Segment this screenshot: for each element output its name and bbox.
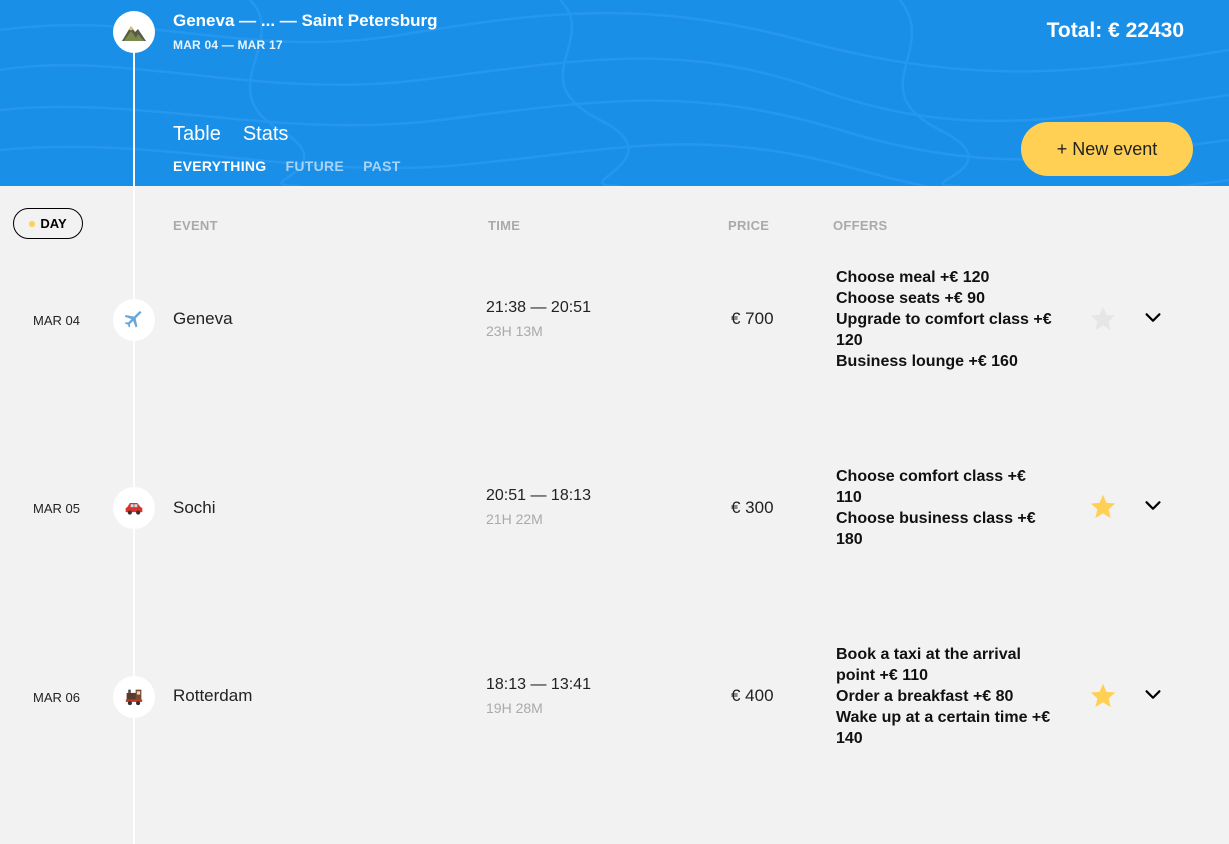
timeline-line bbox=[133, 30, 135, 844]
offer-item: Book a taxi at the arrival point +€ 110 bbox=[836, 646, 1021, 684]
active-sort-dot bbox=[29, 220, 36, 227]
event-filters: EVERYTHING FUTURE PAST bbox=[173, 158, 401, 174]
event-duration: 23H 13M bbox=[486, 323, 543, 339]
offer-item: Choose business class +€ 180 bbox=[836, 510, 1036, 548]
offer-item: Choose seats +€ 90 bbox=[836, 290, 985, 307]
event-destination: Sochi bbox=[173, 498, 216, 517]
event-offers: Book a taxi at the arrival point +€ 110 … bbox=[836, 644, 1056, 749]
trip-title: Geneva — ... — Saint Petersburg bbox=[173, 11, 438, 30]
filter-past[interactable]: PAST bbox=[363, 158, 401, 174]
event-duration: 19H 28M bbox=[486, 700, 543, 716]
event-offers: Choose comfort class +€ 110 Choose busin… bbox=[836, 466, 1056, 550]
sort-event-button[interactable]: EVENT bbox=[173, 218, 218, 233]
event-type-badge bbox=[113, 487, 155, 529]
trip-dates: MAR 04 — MAR 17 bbox=[173, 38, 283, 52]
offer-item: Business lounge +€ 160 bbox=[836, 353, 1018, 370]
sort-price-button[interactable]: PRICE bbox=[728, 218, 769, 233]
chevron-down-icon[interactable] bbox=[1142, 307, 1164, 329]
filter-future[interactable]: FUTURE bbox=[286, 158, 345, 174]
event-duration: 21H 22M bbox=[486, 511, 543, 527]
favorite-star-icon[interactable] bbox=[1089, 682, 1117, 710]
tab-stats[interactable]: Stats bbox=[243, 123, 289, 146]
sort-day-label: DAY bbox=[40, 216, 67, 231]
sort-offers-button[interactable]: OFFERS bbox=[833, 218, 888, 233]
offer-item: Choose meal +€ 120 bbox=[836, 269, 990, 286]
trip-logo bbox=[113, 11, 155, 53]
event-date: MAR 04 bbox=[33, 313, 80, 328]
view-switch: Table Stats bbox=[173, 123, 288, 146]
favorite-star-icon[interactable] bbox=[1089, 493, 1117, 521]
sort-time-button[interactable]: TIME bbox=[488, 218, 520, 233]
new-event-button[interactable]: + New event bbox=[1021, 122, 1193, 176]
airplane-icon bbox=[124, 310, 142, 328]
event-price: € 300 bbox=[731, 498, 774, 517]
trip-total: Total: € 22430 bbox=[1046, 19, 1184, 42]
tab-table[interactable]: Table bbox=[173, 123, 221, 146]
offer-item: Choose comfort class +€ 110 bbox=[836, 468, 1026, 506]
event-price: € 400 bbox=[731, 686, 774, 705]
event-destination: Geneva bbox=[173, 309, 233, 328]
event-date: MAR 05 bbox=[33, 501, 80, 516]
event-price: € 700 bbox=[731, 309, 774, 328]
chevron-down-icon[interactable] bbox=[1142, 495, 1164, 517]
favorite-star-icon[interactable] bbox=[1089, 305, 1117, 333]
event-date: MAR 06 bbox=[33, 690, 80, 705]
event-destination: Rotterdam bbox=[173, 686, 253, 705]
event-type-badge bbox=[113, 676, 155, 718]
offer-item: Wake up at a certain time +€ 140 bbox=[836, 709, 1051, 747]
train-icon bbox=[125, 689, 143, 706]
offer-item: Order a breakfast +€ 80 bbox=[836, 688, 1014, 705]
mountain-icon bbox=[122, 26, 146, 41]
filter-everything[interactable]: EVERYTHING bbox=[173, 158, 267, 174]
event-time: 18:13 — 13:41 bbox=[486, 676, 591, 693]
event-time: 20:51 — 18:13 bbox=[486, 487, 591, 504]
event-offers: Choose meal +€ 120 Choose seats +€ 90 Up… bbox=[836, 267, 1056, 372]
event-time: 21:38 — 20:51 bbox=[486, 299, 591, 316]
sort-day-button[interactable]: DAY bbox=[13, 208, 83, 239]
car-icon bbox=[125, 503, 143, 515]
event-type-badge bbox=[113, 299, 155, 341]
chevron-down-icon[interactable] bbox=[1142, 684, 1164, 706]
offer-item: Upgrade to comfort class +€ 120 bbox=[836, 311, 1052, 349]
